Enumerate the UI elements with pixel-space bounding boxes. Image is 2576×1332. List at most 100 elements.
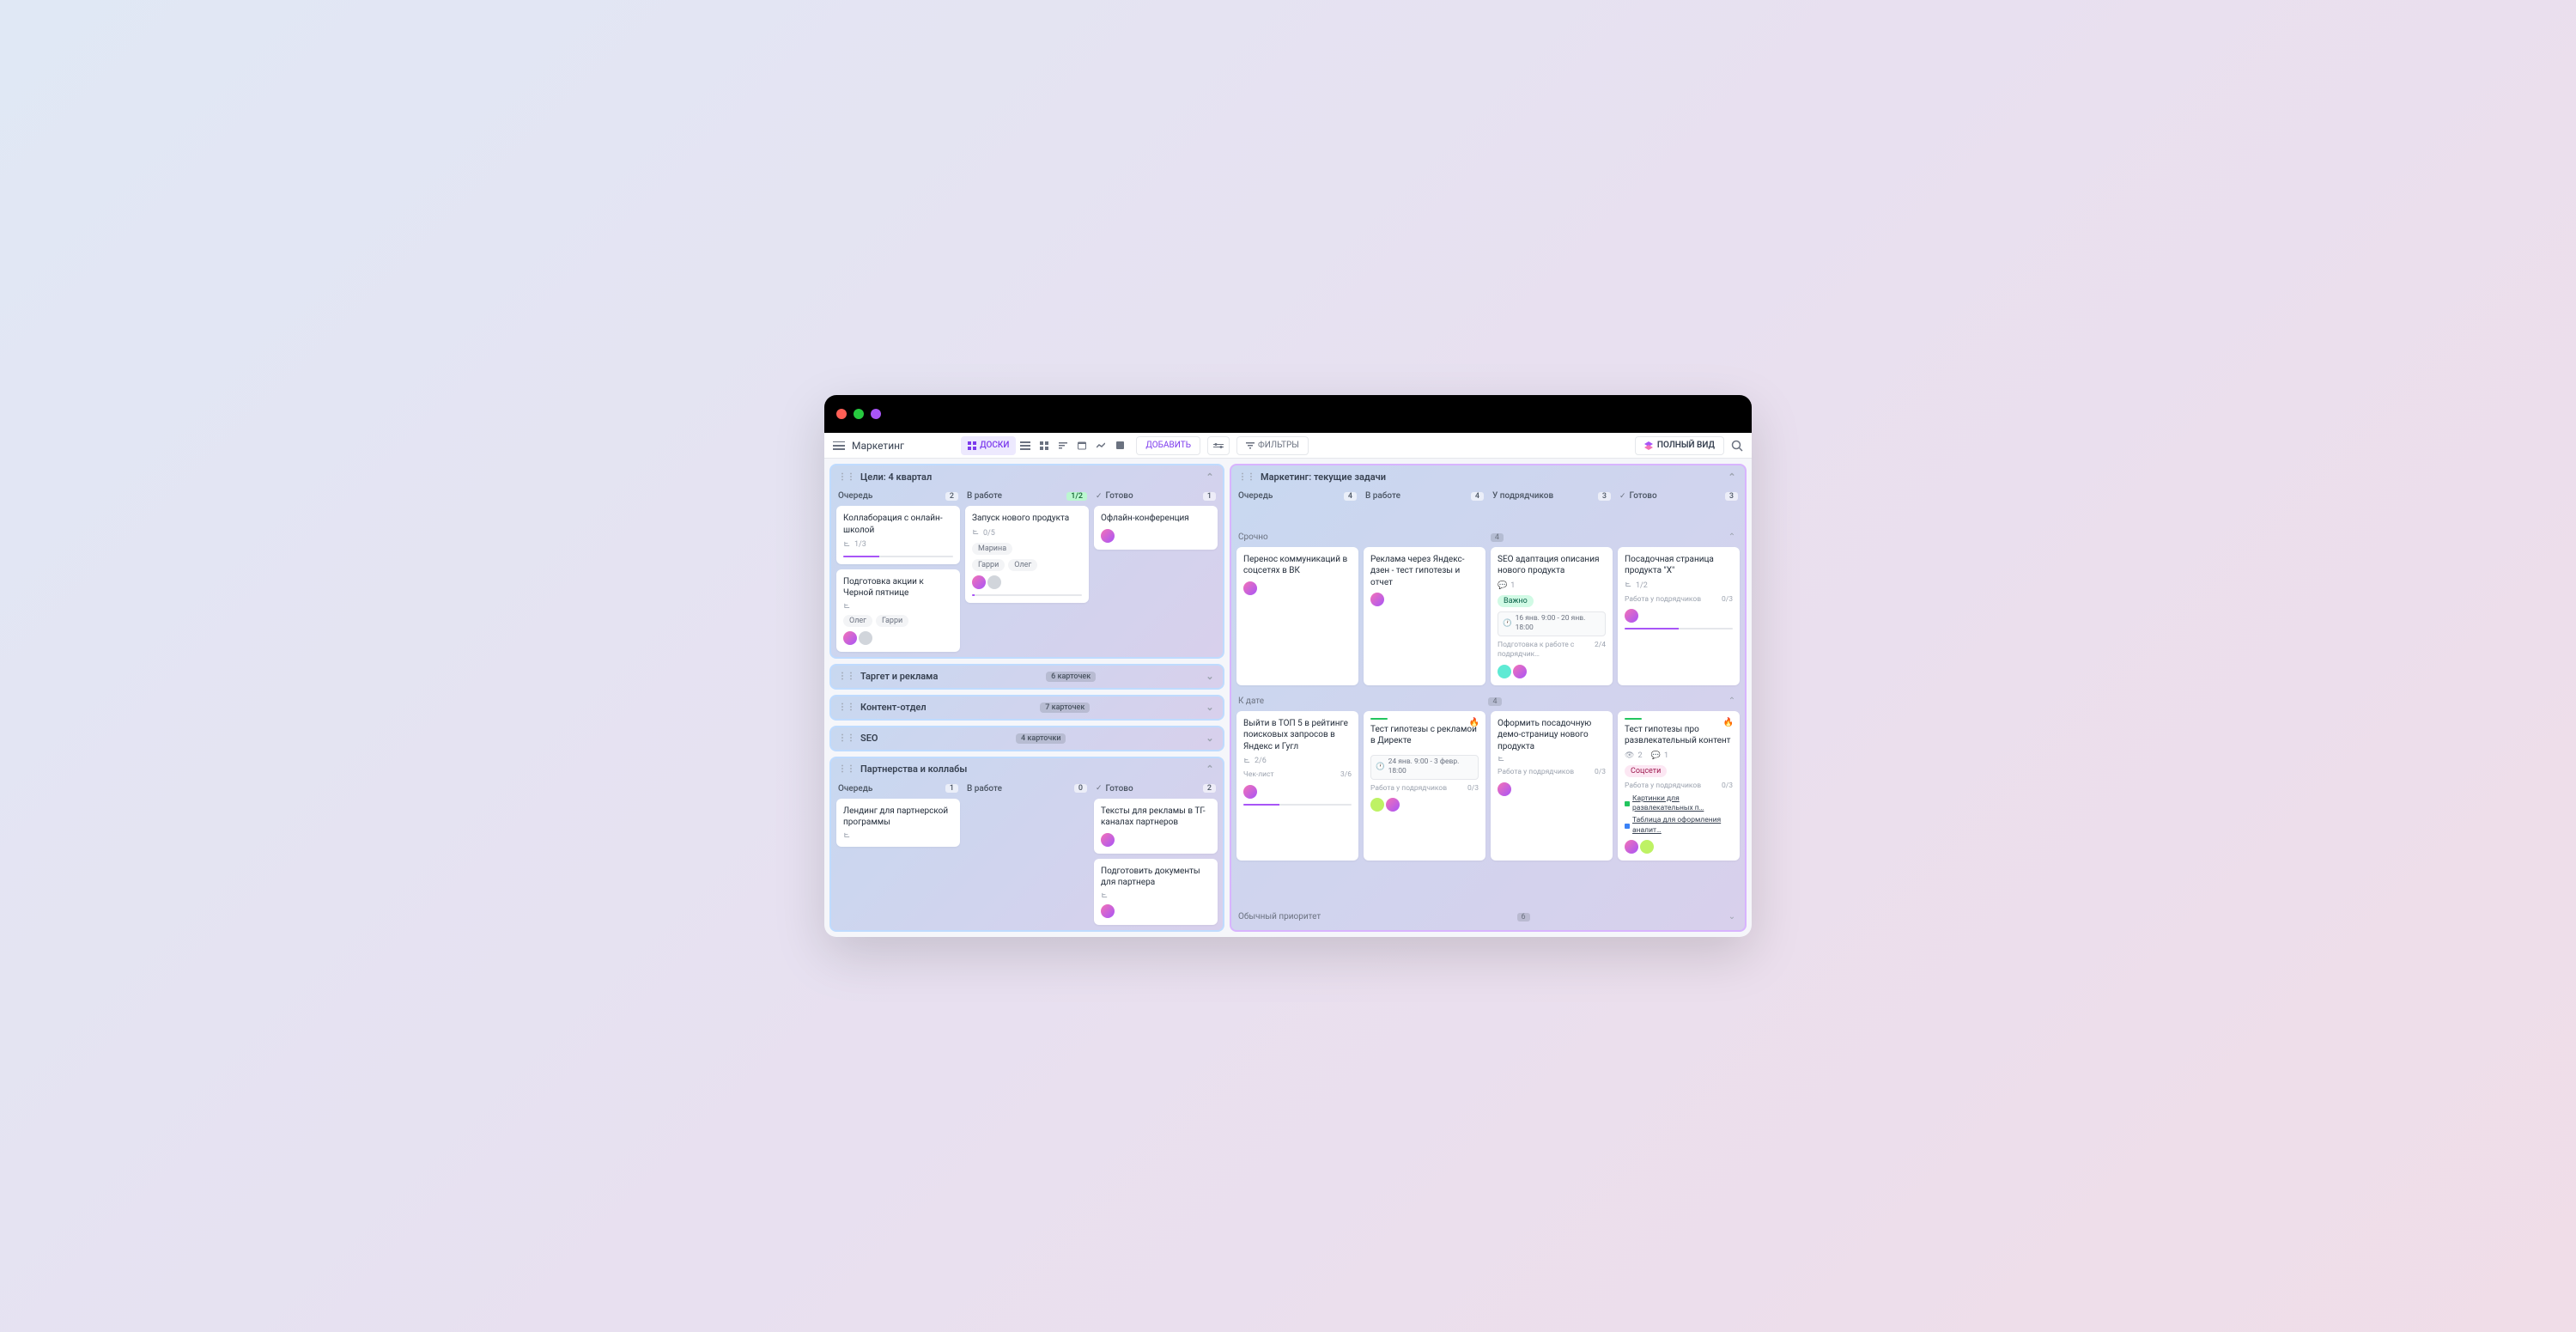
drag-handle-icon[interactable]: ⋮⋮	[838, 672, 855, 681]
drag-handle-icon[interactable]: ⋮⋮	[838, 702, 855, 712]
board-collapsed[interactable]: ⋮⋮SEO4 карточки⌄	[829, 726, 1224, 751]
card[interactable]: Оформить посадочную демо-страницу нового…	[1491, 711, 1613, 861]
workspace: ⋮⋮ Цели: 4 квартал ⌃ Очередь2 Коллаборац…	[824, 459, 1752, 936]
card[interactable]: 🔥 Тест гипотезы с рекламой в Директе 🕐24…	[1364, 711, 1485, 861]
add-button[interactable]: ДОБАВИТЬ	[1136, 436, 1200, 455]
avatar	[987, 575, 1001, 589]
avatar	[1513, 665, 1527, 678]
subtask-icon	[843, 832, 851, 840]
check-icon: ✓	[1619, 492, 1626, 501]
collapse-icon[interactable]: ⌃	[1204, 471, 1216, 483]
board-header[interactable]: ⋮⋮ Маркетинг: текущие задачи ⌃	[1231, 465, 1745, 488]
drag-handle-icon[interactable]: ⋮⋮	[838, 733, 855, 743]
avatar	[1370, 593, 1384, 606]
avatar	[1101, 904, 1115, 918]
board-title: Цели: 4 квартал	[860, 471, 932, 483]
drag-handle-icon[interactable]: ⋮⋮	[838, 764, 855, 774]
menu-icon[interactable]	[833, 441, 845, 450]
avatar	[1625, 840, 1638, 854]
subtask-icon	[1625, 581, 1632, 589]
card[interactable]: Офлайн-конференция	[1094, 506, 1218, 550]
options-button[interactable]	[1207, 436, 1230, 455]
collapse-icon[interactable]: ⌃	[1726, 471, 1738, 483]
chart-view-btn[interactable]	[1091, 436, 1110, 455]
card[interactable]: Реклама через Яндекс-дзен - тест гипотез…	[1364, 547, 1485, 685]
boards-icon	[968, 441, 976, 450]
avatar	[1386, 798, 1400, 812]
avatar	[1625, 609, 1638, 623]
card[interactable]: Коллаборация с онлайн-школой 1/3	[836, 506, 960, 563]
filters-button[interactable]: ФИЛЬТРЫ	[1236, 436, 1309, 455]
column-done: ✓Готово1 Офлайн-конференция	[1094, 488, 1218, 651]
card[interactable]: Лендинг для партнерской программы	[836, 799, 960, 847]
calendar-view-btn[interactable]	[1072, 436, 1091, 455]
full-view-button[interactable]: ПОЛНЫЙ ВИД	[1635, 436, 1724, 455]
column-queue: Очередь1 Лендинг для партнерской програм…	[836, 781, 960, 925]
collapse-icon[interactable]: ⌃	[1726, 696, 1738, 708]
card[interactable]: SEO адаптация описания нового продукта 💬…	[1491, 547, 1613, 685]
card[interactable]: Тексты для рекламы в ТГ-каналах партнеро…	[1094, 799, 1218, 854]
maximize-dot[interactable]	[871, 409, 881, 419]
card[interactable]: 🔥 Тест гипотезы про развлекательный конт…	[1618, 711, 1740, 861]
collapse-icon[interactable]: ⌃	[1204, 763, 1216, 775]
avatar	[859, 631, 872, 645]
eye-icon: 👁	[1625, 751, 1634, 761]
avatar	[972, 575, 986, 589]
expand-icon[interactable]: ⌄	[1204, 733, 1216, 745]
layers-icon	[1644, 441, 1653, 450]
column-done: ✓Готово2 Тексты для рекламы в ТГ-каналах…	[1094, 781, 1218, 925]
card[interactable]: Перенос коммуникаций в соцсетях в ВК	[1236, 547, 1358, 685]
board-header[interactable]: ⋮⋮ Цели: 4 квартал ⌃	[831, 465, 1223, 488]
swimlane-bydate[interactable]: К дате 4 ⌃	[1231, 692, 1745, 711]
avatar	[1243, 581, 1257, 595]
column-inprogress: В работе0	[965, 781, 1089, 925]
swimlane-urgent[interactable]: Срочно 4 ⌃	[1231, 528, 1745, 547]
board-title: Партнерства и коллабы	[860, 763, 967, 775]
filter-icon	[1246, 442, 1255, 449]
workspace-title: Маркетинг	[852, 440, 904, 452]
board-title: Маркетинг: текущие задачи	[1261, 471, 1386, 483]
expand-icon[interactable]: ⌄	[1726, 911, 1738, 923]
minimize-dot[interactable]	[854, 409, 864, 419]
list-view-btn[interactable]	[1016, 436, 1035, 455]
expand-icon[interactable]: ⌄	[1204, 702, 1216, 714]
board-current-tasks: ⋮⋮ Маркетинг: текущие задачи ⌃ Очередь4 …	[1230, 464, 1747, 931]
swimlane-normal[interactable]: Обычный приоритет 6 ⌄	[1231, 908, 1745, 930]
sliders-icon	[1213, 443, 1224, 448]
avatar	[1101, 529, 1115, 543]
expand-icon[interactable]: ⌄	[1204, 671, 1216, 683]
left-pane: ⋮⋮ Цели: 4 квартал ⌃ Очередь2 Коллаборац…	[829, 464, 1224, 931]
drag-handle-icon[interactable]: ⋮⋮	[1238, 472, 1255, 482]
avatar	[1101, 833, 1115, 847]
right-pane: ⋮⋮ Маркетинг: текущие задачи ⌃ Очередь4 …	[1230, 464, 1747, 931]
subtask-icon	[972, 529, 980, 537]
check-icon: ✓	[1096, 492, 1103, 501]
subtask-icon	[843, 541, 851, 549]
card[interactable]: Запуск нового продукта 0/5 Марина ГарриО…	[965, 506, 1089, 603]
card[interactable]: Выйти в ТОП 5 в рейтинге поисковых запро…	[1236, 711, 1358, 861]
column-queue: Очередь2 Коллаборация с онлайн-школой 1/…	[836, 488, 960, 651]
avatar	[843, 631, 857, 645]
board-collapsed[interactable]: ⋮⋮Контент-отдел7 карточек⌄	[829, 695, 1224, 721]
subtask-icon	[843, 603, 851, 611]
board-collapsed[interactable]: ⋮⋮Таргет и реклама6 карточек⌄	[829, 664, 1224, 690]
check-icon: ✓	[1096, 784, 1103, 793]
close-dot[interactable]	[836, 409, 847, 419]
attachment-link[interactable]: Картинки для развлекательных п…	[1625, 794, 1733, 814]
box-view-btn[interactable]	[1110, 436, 1129, 455]
collapse-icon[interactable]: ⌃	[1726, 532, 1738, 544]
search-icon[interactable]	[1731, 440, 1743, 452]
avatar	[1370, 798, 1384, 812]
boards-view-btn[interactable]: ДОСКИ	[961, 436, 1016, 455]
card[interactable]: Подготовить документы для партнера	[1094, 859, 1218, 925]
column-inprogress: В работе1/2 Запуск нового продукта 0/5 М…	[965, 488, 1089, 651]
board-header[interactable]: ⋮⋮ Партнерства и коллабы ⌃	[831, 758, 1223, 781]
grid-view-btn[interactable]	[1035, 436, 1054, 455]
subtask-icon	[1243, 757, 1251, 765]
drag-handle-icon[interactable]: ⋮⋮	[838, 472, 855, 482]
card[interactable]: Посадочная страница продукта "X" 1/2 Раб…	[1618, 547, 1740, 685]
attachment-link[interactable]: Таблица для оформления аналит…	[1625, 816, 1733, 836]
comment-icon: 💬	[1651, 751, 1661, 761]
card[interactable]: Подготовка акции к Черной пятнице ОлегГа…	[836, 569, 960, 652]
sort-view-btn[interactable]	[1054, 436, 1072, 455]
